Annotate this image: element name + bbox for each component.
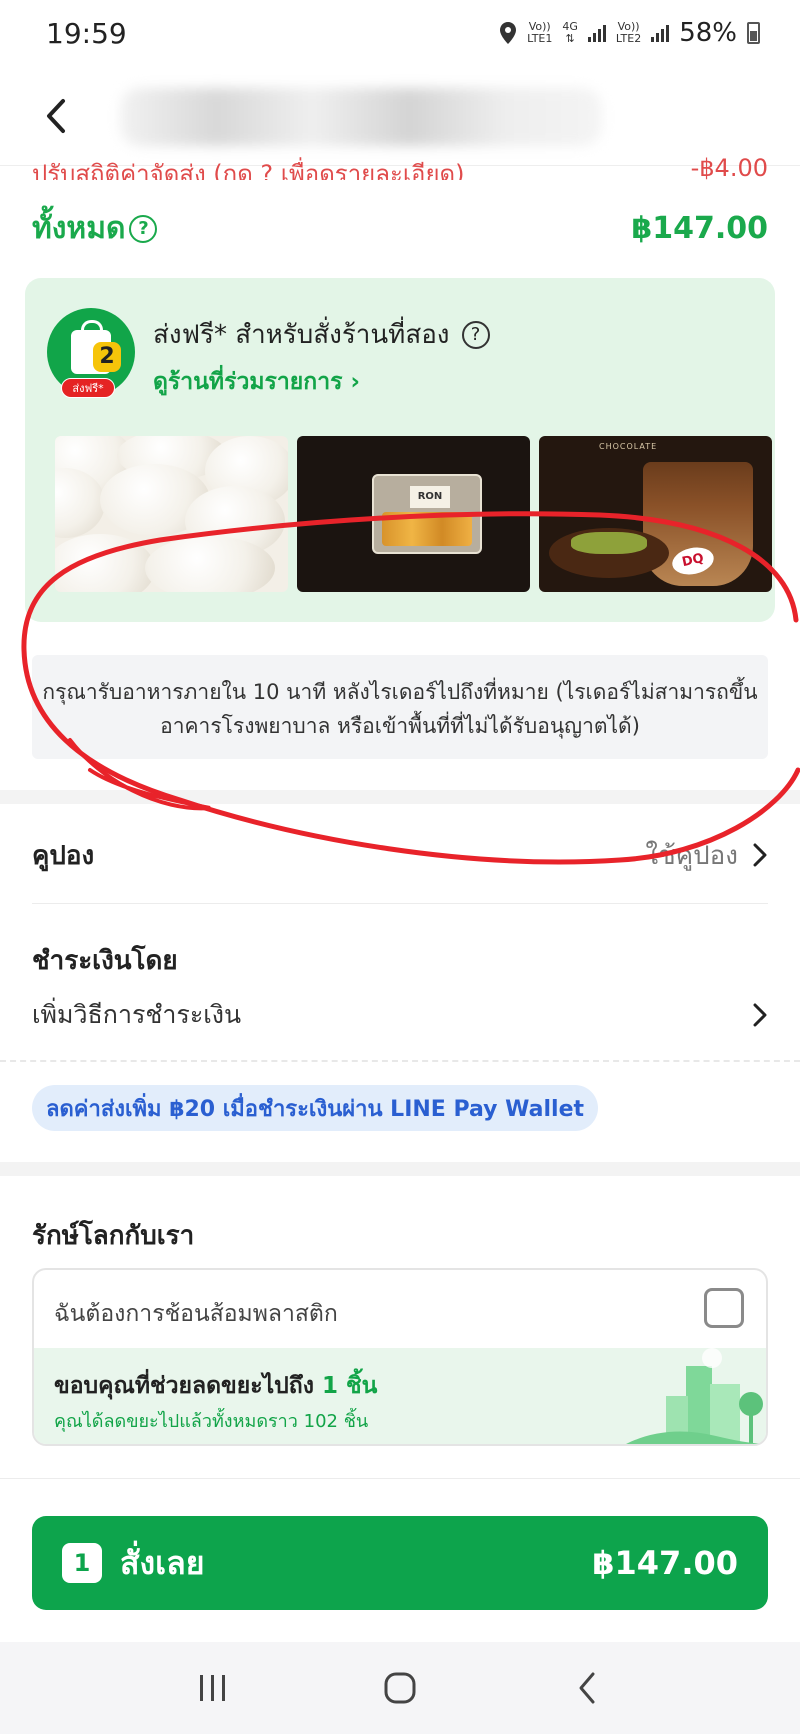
back-icon bbox=[579, 1672, 595, 1704]
order-now-label: สั่งเลย bbox=[120, 1543, 205, 1582]
status-bar: 19:59 Vo)) LTE1 4G ⇅ Vo)) LTE2 58% bbox=[0, 0, 800, 66]
order-now-button[interactable]: 1 สั่งเลย ฿147.00 bbox=[32, 1516, 768, 1610]
use-coupon-text[interactable]: ใช้คูปอง bbox=[645, 835, 738, 876]
question-circle-icon[interactable]: ? bbox=[461, 320, 490, 349]
eco-thanks: ขอบคุณที่ช่วยลดขยะไปถึง 1 ชิ้น bbox=[54, 1373, 378, 1399]
total-label: ทั้งหมด bbox=[32, 211, 126, 246]
status-time: 19:59 bbox=[46, 16, 127, 50]
network1-label: Vo)) LTE1 bbox=[527, 20, 553, 45]
free-delivery-promo-card: 2 ส่งฟรี* ส่งฟรี* สำหรับสั่งร้านที่สอง ?… bbox=[25, 278, 775, 622]
coupon-label: คูปอง bbox=[32, 840, 95, 871]
network-type: 4G ⇅ bbox=[562, 20, 578, 45]
green-city-illustration bbox=[626, 1348, 766, 1444]
chevron-left-icon bbox=[47, 99, 65, 133]
back-nav-button[interactable] bbox=[557, 1658, 617, 1718]
recent-apps-button[interactable] bbox=[183, 1658, 243, 1718]
item-count-badge: 1 bbox=[62, 1543, 102, 1583]
battery-icon bbox=[747, 22, 760, 44]
eco-total: คุณได้ลดขยะไปแล้วทั้งหมดราว 102 ชิ้น bbox=[54, 1411, 369, 1432]
delivery-adjustment-row: ปรับสถิติค่าจัดส่ง (กด ? เพื่อดูรายละเอี… bbox=[32, 150, 768, 180]
add-payment-method-text: เพิ่มวิธีการชำระเงิน bbox=[32, 1000, 242, 1029]
adjustment-amount: -฿4.00 bbox=[690, 154, 768, 180]
order-price: ฿147.00 bbox=[592, 1544, 738, 1582]
plastic-cutlery-checkbox[interactable] bbox=[704, 1288, 744, 1328]
divider bbox=[32, 903, 768, 904]
plastic-cutlery-label: ฉันต้องการช้อนส้อมพลาสติก bbox=[54, 1301, 338, 1327]
promo-title: ส่งฟรี* สำหรับสั่งร้านที่สอง ? bbox=[153, 314, 490, 355]
total-amount: ฿147.00 bbox=[631, 211, 768, 246]
chevron-right-icon bbox=[753, 843, 767, 867]
section-divider bbox=[0, 1162, 800, 1176]
eco-stats: ขอบคุณที่ช่วยลดขยะไปถึง 1 ชิ้น คุณได้ลดข… bbox=[34, 1348, 766, 1444]
chevron-right-icon bbox=[753, 1003, 767, 1027]
add-payment-method-row[interactable]: เพิ่มวิธีการชำระเงิน bbox=[32, 993, 768, 1037]
signal1-icon bbox=[587, 24, 606, 42]
coupon-row[interactable]: คูปอง ใช้คูปอง bbox=[32, 830, 768, 880]
store-thumbnail-buns[interactable] bbox=[55, 436, 288, 592]
blurred-store-name bbox=[120, 88, 602, 146]
section-divider bbox=[0, 790, 800, 804]
network2-label: Vo)) LTE2 bbox=[615, 20, 642, 45]
battery-percent: 58% bbox=[679, 18, 737, 48]
free-delivery-badge: ส่งฟรี* bbox=[61, 378, 115, 398]
eco-title: รักษ์โลกกับเรา bbox=[32, 1221, 195, 1251]
home-icon bbox=[384, 1672, 416, 1704]
participating-stores-link[interactable]: ดูร้านที่ร่วมรายการ › bbox=[153, 364, 360, 400]
status-icons: Vo)) LTE1 4G ⇅ Vo)) LTE2 58% bbox=[499, 18, 760, 48]
shopping-bag-icon: 2 bbox=[71, 320, 121, 374]
recent-apps-icon bbox=[200, 1675, 226, 1701]
store-thumbnail-pastry-box[interactable]: RON bbox=[297, 436, 530, 592]
signal2-icon bbox=[651, 24, 670, 42]
chevron-right-icon: › bbox=[350, 369, 360, 395]
question-circle-icon[interactable]: ? bbox=[129, 214, 158, 243]
pickup-notice: กรุณารับอาหารภายใน 10 นาที หลังไรเดอร์ไป… bbox=[32, 655, 768, 759]
back-button[interactable] bbox=[36, 94, 76, 138]
adjustment-label: ปรับสถิติค่าจัดส่ง (กด ? เพื่อดูรายละเอี… bbox=[32, 160, 465, 180]
android-nav-bar bbox=[0, 1642, 800, 1734]
location-icon bbox=[500, 22, 517, 44]
total-row: ทั้งหมด ? ฿147.00 bbox=[32, 205, 768, 252]
free-delivery-logo: 2 ส่งฟรี* bbox=[47, 308, 135, 398]
payment-title: ชำระเงินโดย bbox=[32, 946, 178, 976]
line-pay-promo-pill[interactable]: ลดค่าส่งเพิ่ม ฿20 เมื่อชำระเงินผ่าน LINE… bbox=[32, 1085, 599, 1131]
dashed-divider bbox=[0, 1060, 800, 1062]
home-button[interactable] bbox=[370, 1658, 430, 1718]
store-thumbnail-dq-chocolate[interactable]: CHOCOLATE DQ bbox=[539, 436, 772, 592]
divider bbox=[0, 1478, 800, 1479]
eco-card: ฉันต้องการช้อนส้อมพลาสติก ขอบคุณที่ช่วยล… bbox=[32, 1268, 768, 1446]
